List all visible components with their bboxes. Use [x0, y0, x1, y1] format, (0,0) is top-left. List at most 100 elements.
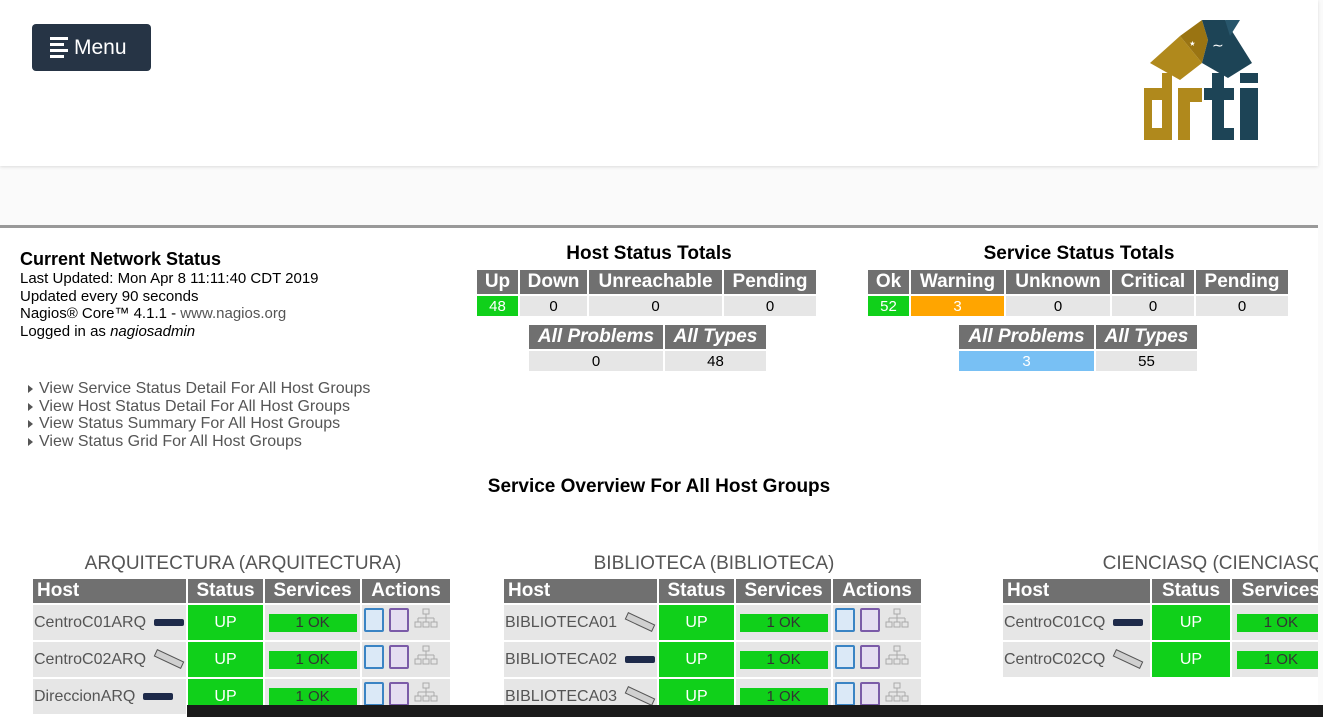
- service-detail-icon[interactable]: [364, 682, 385, 706]
- host-cell[interactable]: BIBLIOTECA02: [504, 642, 658, 677]
- hostgroup-name-link[interactable]: CIENCIASQ: [1103, 553, 1208, 574]
- actions-cell: [362, 605, 451, 640]
- menu-button[interactable]: Menu: [32, 24, 151, 71]
- services-ok-badge[interactable]: 1 OK: [739, 650, 828, 669]
- services-ok-badge[interactable]: 1 OK: [268, 687, 357, 706]
- status-up[interactable]: UP: [188, 605, 264, 640]
- host-cell[interactable]: CentroC01CQ: [1003, 605, 1151, 640]
- svc-ok-header[interactable]: Ok: [868, 270, 909, 294]
- services-ok-badge[interactable]: 1 OK: [1236, 613, 1318, 632]
- services-ok-badge[interactable]: 1 OK: [739, 687, 828, 706]
- svc-all-problems-count[interactable]: 3: [959, 351, 1094, 371]
- host-extinfo-icon[interactable]: [860, 682, 881, 706]
- host-unreachable-header[interactable]: Unreachable: [589, 270, 722, 294]
- hostgroup-name-link[interactable]: ARQUITECTURA: [85, 553, 234, 574]
- service-detail-icon[interactable]: [835, 608, 856, 632]
- svc-unknown-header[interactable]: Unknown: [1006, 270, 1110, 294]
- actions-col-header: Actions: [362, 579, 451, 603]
- status-map-icon[interactable]: [414, 645, 438, 669]
- host-all-problems-count[interactable]: 0: [529, 351, 663, 371]
- nagios-link[interactable]: www.nagios.org: [180, 305, 286, 322]
- status-up[interactable]: UP: [188, 642, 264, 677]
- service-detail-icon[interactable]: [364, 645, 385, 669]
- host-cell[interactable]: DireccionARQ: [33, 679, 187, 714]
- status-col-header: Status: [188, 579, 264, 603]
- host-pending-count[interactable]: 0: [724, 296, 816, 316]
- host-extinfo-icon[interactable]: [860, 608, 881, 632]
- link-status-summary[interactable]: View Status Summary For All Host Groups: [28, 415, 370, 433]
- hostgroup-name-link[interactable]: BIBLIOTECA: [594, 553, 705, 574]
- host-all-types-count[interactable]: 48: [665, 351, 766, 371]
- host-totals-title: Host Status Totals: [566, 243, 732, 264]
- svc-ok-count[interactable]: 52: [868, 296, 909, 316]
- host-cell[interactable]: CentroC01ARQ: [33, 605, 187, 640]
- svc-all-problems-header[interactable]: All Problems: [959, 325, 1094, 349]
- host-pending-header[interactable]: Pending: [724, 270, 816, 294]
- service-detail-icon[interactable]: [835, 682, 856, 706]
- status-map-icon[interactable]: [885, 608, 909, 632]
- services-ok-badge[interactable]: 1 OK: [739, 613, 828, 632]
- service-detail-icon[interactable]: [364, 608, 385, 632]
- host-col-header: Host: [33, 579, 187, 603]
- service-detail-icon[interactable]: [835, 645, 856, 669]
- switch-icon: [625, 655, 656, 663]
- hostgroup-alias-link[interactable]: (BIBLIOTECA): [710, 553, 835, 574]
- hostgroup-table: Host Status Services Actions BIBLIOTECA0…: [502, 577, 923, 716]
- table-row: CentroC01ARQ UP 1 OK: [33, 605, 451, 640]
- svc-unknown-count[interactable]: 0: [1006, 296, 1110, 316]
- services-ok-badge[interactable]: 1 OK: [1236, 650, 1318, 669]
- svc-all-types-header[interactable]: All Types: [1096, 325, 1197, 349]
- host-up-header[interactable]: Up: [477, 270, 518, 294]
- username: nagiosadmin: [110, 322, 196, 340]
- services-ok-badge[interactable]: 1 OK: [268, 650, 357, 669]
- host-cell[interactable]: CentroC02CQ: [1003, 642, 1151, 677]
- hostgroup-arquitectura: ARQUITECTURA (ARQUITECTURA) Host Status …: [31, 553, 455, 716]
- status-map-icon[interactable]: [414, 608, 438, 632]
- hostgroup-title: BIBLIOTECA (BIBLIOTECA): [502, 553, 926, 575]
- host-down-count[interactable]: 0: [520, 296, 587, 316]
- link-service-status-detail[interactable]: View Service Status Detail For All Host …: [28, 380, 370, 398]
- status-map-icon[interactable]: [414, 682, 438, 706]
- link-host-status-detail[interactable]: View Host Status Detail For All Host Gro…: [28, 398, 370, 416]
- host-up-count[interactable]: 48: [477, 296, 518, 316]
- svc-all-types-count[interactable]: 55: [1096, 351, 1197, 371]
- services-cell: 1 OK: [1231, 642, 1318, 677]
- status-up[interactable]: UP: [1152, 605, 1230, 640]
- host-extinfo-icon[interactable]: [389, 645, 410, 669]
- svc-pending-header[interactable]: Pending: [1196, 270, 1288, 294]
- host-all-types-header[interactable]: All Types: [665, 325, 766, 349]
- host-all-problems-header[interactable]: All Problems: [529, 325, 663, 349]
- network-status: Current Network Status Last Updated: Mon…: [20, 248, 319, 340]
- network-status-title: Current Network Status: [20, 249, 222, 269]
- services-ok-badge[interactable]: 1 OK: [268, 613, 357, 632]
- host-extinfo-icon[interactable]: [389, 682, 410, 706]
- device-icon: [624, 612, 656, 633]
- svc-critical-count[interactable]: 0: [1112, 296, 1194, 316]
- status-map-icon[interactable]: [885, 645, 909, 669]
- status-map-icon[interactable]: [885, 682, 909, 706]
- host-extinfo-icon[interactable]: [860, 645, 881, 669]
- host-unreachable-count[interactable]: 0: [589, 296, 722, 316]
- actions-cell: [833, 642, 922, 677]
- host-down-header[interactable]: Down: [520, 270, 587, 294]
- host-cell[interactable]: BIBLIOTECA01: [504, 605, 658, 640]
- status-up[interactable]: UP: [659, 605, 735, 640]
- host-cell[interactable]: CentroC02ARQ: [33, 642, 187, 677]
- svc-warning-count[interactable]: 3: [911, 296, 1004, 316]
- switch-icon: [154, 618, 185, 626]
- link-status-grid[interactable]: View Status Grid For All Host Groups: [28, 433, 370, 451]
- arrow-right-icon: [28, 402, 33, 411]
- device-icon: [1113, 649, 1144, 670]
- host-summary-table: All Problems All Types 0 48: [527, 323, 768, 373]
- switch-icon: [1113, 618, 1144, 626]
- hostgroup-alias-link[interactable]: (CIENCIASQ: [1212, 553, 1318, 574]
- overview-title: Service Overview For All Host Groups: [487, 476, 831, 497]
- status-up[interactable]: UP: [1152, 642, 1230, 677]
- svc-critical-header[interactable]: Critical: [1112, 270, 1194, 294]
- svc-pending-count[interactable]: 0: [1196, 296, 1288, 316]
- host-extinfo-icon[interactable]: [389, 608, 410, 632]
- hostgroup-links: View Service Status Detail For All Host …: [28, 380, 370, 451]
- svc-warning-header[interactable]: Warning: [911, 270, 1004, 294]
- hostgroup-alias-link[interactable]: (ARQUITECTURA): [239, 553, 402, 574]
- status-up[interactable]: UP: [659, 642, 735, 677]
